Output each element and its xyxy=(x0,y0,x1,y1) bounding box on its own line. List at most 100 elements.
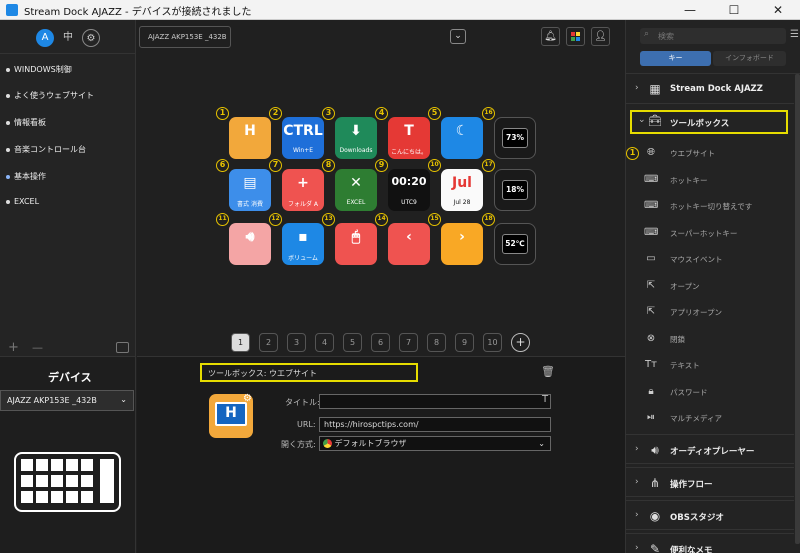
profile-item[interactable]: EXCEL xyxy=(6,197,39,206)
minimize-button[interactable]: — xyxy=(668,0,712,20)
key-8[interactable]: ✕ EXCEL xyxy=(335,169,377,211)
profile-item[interactable]: 音楽コントロール台 xyxy=(6,144,86,155)
key-11[interactable]: 🔊︎ xyxy=(229,223,271,265)
category-toolbox[interactable]: ⌄ 🧰︎ ツールボックス xyxy=(630,110,788,134)
url-label: URL: xyxy=(297,420,316,429)
gear-icon[interactable]: ⚙ xyxy=(82,29,100,47)
url-field[interactable]: https://hirospctips.com/ xyxy=(319,417,551,432)
action-preview[interactable]: H ⚙ xyxy=(209,393,253,438)
key-9[interactable]: 00:20 UTC9 xyxy=(388,169,430,211)
knob-17[interactable]: 18% xyxy=(494,169,536,211)
app-icon xyxy=(6,4,18,16)
profile-sidebar: A 中 ⚙ WINDOWS制御 よく使うウェブサイト 情報看板 音楽コントロール… xyxy=(0,20,136,356)
add-page-button[interactable]: + xyxy=(511,333,530,352)
category-item[interactable]: › ◉ OBSスタジオ xyxy=(626,500,794,530)
action-item[interactable]: ⌨ スーパーホットキー xyxy=(626,220,794,246)
key-12[interactable]: ▪ ボリューム xyxy=(282,223,324,265)
page-button[interactable]: 9 xyxy=(455,333,474,352)
device-key-square xyxy=(21,475,33,487)
key-7[interactable]: + フォルダ A xyxy=(282,169,324,211)
open-method-select[interactable]: デフォルトブラウザ ⌄ xyxy=(319,436,551,451)
profile-item[interactable]: よく使うウェブサイト xyxy=(6,90,94,101)
key-10[interactable]: Jul Jul 28 xyxy=(441,169,483,211)
bell-icon[interactable]: 🔔︎ xyxy=(541,27,560,46)
text-format-icon[interactable]: T xyxy=(542,394,548,405)
action-item[interactable]: 🌐︎ ウエブサイト xyxy=(626,140,794,166)
callout-badge: 1 xyxy=(626,147,639,160)
action-item[interactable]: Tт テキスト xyxy=(626,352,794,378)
key-label: UTC9 xyxy=(401,199,417,206)
action-item[interactable]: ⌨ ホットキー xyxy=(626,167,794,193)
page-button[interactable]: 2 xyxy=(259,333,278,352)
page-button[interactable]: 10 xyxy=(483,333,502,352)
category-item[interactable]: › ✎ 便利なメモ xyxy=(626,533,794,553)
tab-keys[interactable]: キー xyxy=(640,51,711,66)
search-input[interactable]: ⌕ 検索 xyxy=(640,28,786,44)
action-label: ウエブサイト xyxy=(670,149,715,158)
tab-infoboard[interactable]: インフォボード xyxy=(713,51,786,66)
action-label: スーパーホットキー xyxy=(670,228,738,238)
scrollbar[interactable] xyxy=(795,74,800,544)
page-button[interactable]: 3 xyxy=(287,333,306,352)
key-3[interactable]: ⬇ Downloads xyxy=(335,117,377,159)
key-2[interactable]: CTRL Win+E xyxy=(282,117,324,159)
trash-icon[interactable]: 🗑︎ xyxy=(541,365,555,378)
open-icon: ⇱ xyxy=(646,279,656,291)
key-number-badge: 2 xyxy=(269,107,282,120)
close-button[interactable]: ✕ xyxy=(756,0,800,20)
add-profile-button[interactable]: + xyxy=(8,340,19,355)
import-icon[interactable] xyxy=(116,342,129,353)
knob-18[interactable]: 52℃ xyxy=(494,223,536,265)
title-field[interactable] xyxy=(319,394,551,409)
gear-icon[interactable]: ⚙ xyxy=(243,393,252,404)
maximize-button[interactable]: ☐ xyxy=(712,0,756,20)
app-logo-icon[interactable]: A xyxy=(36,29,54,47)
key-number-badge: 10 xyxy=(428,159,441,172)
action-item[interactable]: ⇱ アプリオープン xyxy=(626,299,794,325)
action-label: パスワード xyxy=(670,387,708,397)
page-button[interactable]: 8 xyxy=(427,333,446,352)
action-item[interactable]: ⊗ 閉鎖 xyxy=(626,326,794,352)
key-5[interactable]: ☾ xyxy=(441,117,483,159)
key-4[interactable]: T こんにちは。 xyxy=(388,117,430,159)
list-view-icon[interactable]: ☰ xyxy=(790,29,799,40)
chevron-right-icon: › xyxy=(635,477,639,487)
toolbox-icon: 🧰︎ xyxy=(648,114,662,127)
key-number-badge: 1 xyxy=(216,107,229,120)
remove-profile-button[interactable]: — xyxy=(32,341,43,354)
language-icon[interactable]: 中 xyxy=(59,29,77,47)
key-label: フォルダ A xyxy=(287,201,318,208)
category-item[interactable]: › 🔊︎ オーディオプレーヤー xyxy=(626,434,794,464)
knob-16[interactable]: 73% xyxy=(494,117,536,159)
action-item[interactable]: ⌨ ホットキー切り替えです xyxy=(626,193,794,219)
key-label: EXCEL xyxy=(346,199,366,206)
keyboard-switch-icon: ⌨ xyxy=(644,200,659,211)
key-13[interactable]: 🖱︎ xyxy=(335,223,377,265)
profile-item[interactable]: 情報看板 xyxy=(6,117,46,128)
profile-item-active[interactable]: 基本操作 xyxy=(6,171,46,182)
category-stream-dock[interactable]: › ▦ Stream Dock AJAZZ xyxy=(626,74,794,104)
store-icon[interactable] xyxy=(566,27,585,46)
key-14[interactable]: ‹ xyxy=(388,223,430,265)
action-item[interactable]: ▭ マウスイベント xyxy=(626,246,794,272)
key-6[interactable]: ▤ 書式 消費 xyxy=(229,169,271,211)
key-number-badge: 4 xyxy=(375,107,388,120)
user-icon[interactable]: 👤︎ xyxy=(591,27,610,46)
device-tab[interactable]: AJAZZ AKP153E _432B xyxy=(139,26,231,48)
key-1[interactable]: H xyxy=(229,117,271,159)
page-button[interactable]: 4 xyxy=(315,333,334,352)
action-item[interactable]: ⏯ マルチメディア xyxy=(626,405,794,431)
page-button[interactable]: 5 xyxy=(343,333,362,352)
profile-item[interactable]: WINDOWS制御 xyxy=(6,64,72,75)
chevron-down-icon[interactable]: ⌄ xyxy=(450,29,466,44)
page-button[interactable]: 7 xyxy=(399,333,418,352)
category-item[interactable]: › ⋔ 操作フロー xyxy=(626,467,794,497)
device-select[interactable]: AJAZZ AKP153E _432B ⌄ xyxy=(0,390,134,411)
key-number-badge: 14 xyxy=(375,213,388,226)
page-button[interactable]: 6 xyxy=(371,333,390,352)
key-15[interactable]: › xyxy=(441,223,483,265)
excel-icon: ✕ xyxy=(350,175,362,191)
action-item[interactable]: 🔒︎ パスワード xyxy=(626,379,794,405)
action-item[interactable]: ⇱ オープン xyxy=(626,273,794,299)
page-button[interactable]: 1 xyxy=(231,333,250,352)
